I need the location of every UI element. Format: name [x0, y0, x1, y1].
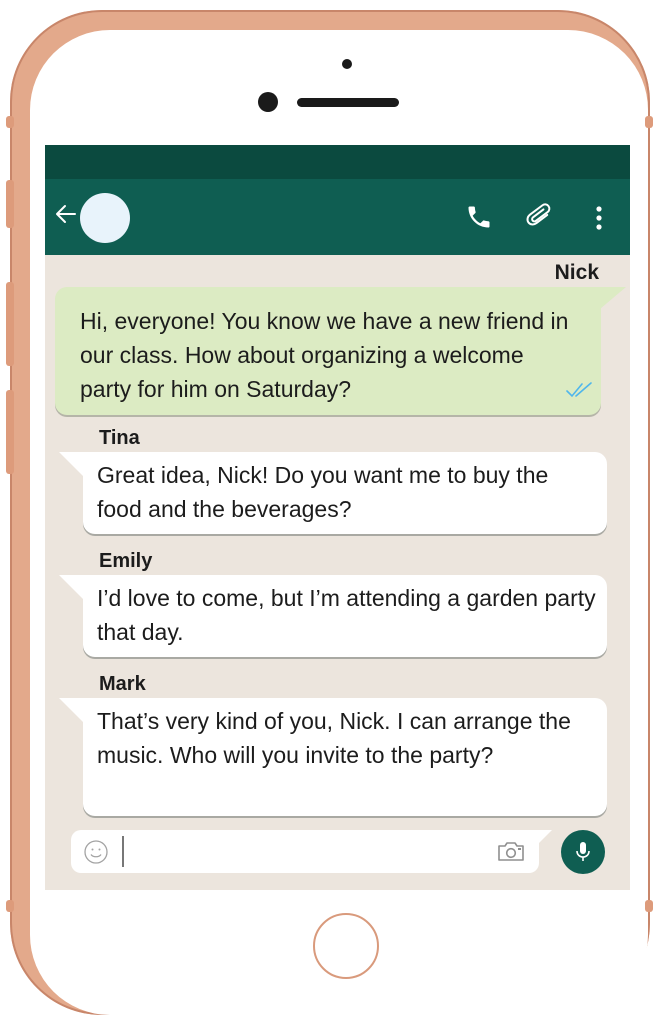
back-arrow-icon[interactable] [55, 203, 77, 229]
message-list[interactable]: Nick Hi, everyone! You know we have a ne… [45, 255, 630, 827]
proximity-sensor [342, 59, 352, 69]
incoming-message-bubble[interactable]: Great idea, Nick! Do you want me to buy … [83, 452, 607, 534]
status-bar [45, 145, 630, 179]
message-composer [71, 830, 539, 873]
sender-name-tina: Tina [99, 427, 140, 449]
contact-avatar[interactable] [80, 193, 130, 243]
sender-name-nick: Nick [554, 261, 599, 284]
mic-button[interactable] [561, 830, 605, 874]
message-text: Hi, everyone! You know we have a new fri… [80, 308, 569, 402]
chat-screen: Nick Hi, everyone! You know we have a ne… [45, 145, 630, 890]
message-input[interactable] [127, 834, 491, 870]
message-text: Great idea, Nick! Do you want me to buy … [97, 462, 549, 522]
message-text: I’d love to come, but I’m attending a ga… [97, 585, 596, 645]
outgoing-bubble-tail [600, 287, 626, 309]
emoji-icon[interactable] [84, 840, 108, 864]
sender-name-mark: Mark [99, 673, 146, 695]
double-check-icon [565, 382, 593, 398]
mute-switch [6, 180, 14, 228]
frame-notch-left-bottom [6, 900, 14, 912]
chat-header [45, 179, 630, 255]
sender-name-emily: Emily [99, 550, 153, 572]
incoming-bubble-tail [59, 452, 85, 478]
more-options-icon[interactable] [592, 203, 606, 233]
mic-icon [576, 842, 590, 861]
outgoing-message-bubble[interactable]: Hi, everyone! You know we have a new fri… [55, 287, 601, 415]
frame-notch-right-bottom [645, 900, 653, 912]
volume-down-button [6, 390, 14, 474]
composer-tail [538, 830, 552, 844]
earpiece-speaker [297, 98, 399, 107]
incoming-bubble-tail [59, 575, 85, 601]
incoming-bubble-tail [59, 698, 85, 724]
attach-icon[interactable] [525, 201, 555, 231]
camera-icon[interactable] [497, 840, 525, 862]
message-text: That’s very kind of you, Nick. I can arr… [97, 708, 571, 768]
volume-up-button [6, 282, 14, 366]
home-button[interactable] [313, 913, 379, 979]
frame-notch-right-top [645, 116, 653, 128]
call-icon[interactable] [465, 203, 493, 231]
front-camera [258, 92, 278, 112]
incoming-message-bubble[interactable]: I’d love to come, but I’m attending a ga… [83, 575, 607, 657]
text-cursor [122, 836, 124, 867]
frame-notch-left-top [6, 116, 14, 128]
incoming-message-bubble[interactable]: That’s very kind of you, Nick. I can arr… [83, 698, 607, 816]
